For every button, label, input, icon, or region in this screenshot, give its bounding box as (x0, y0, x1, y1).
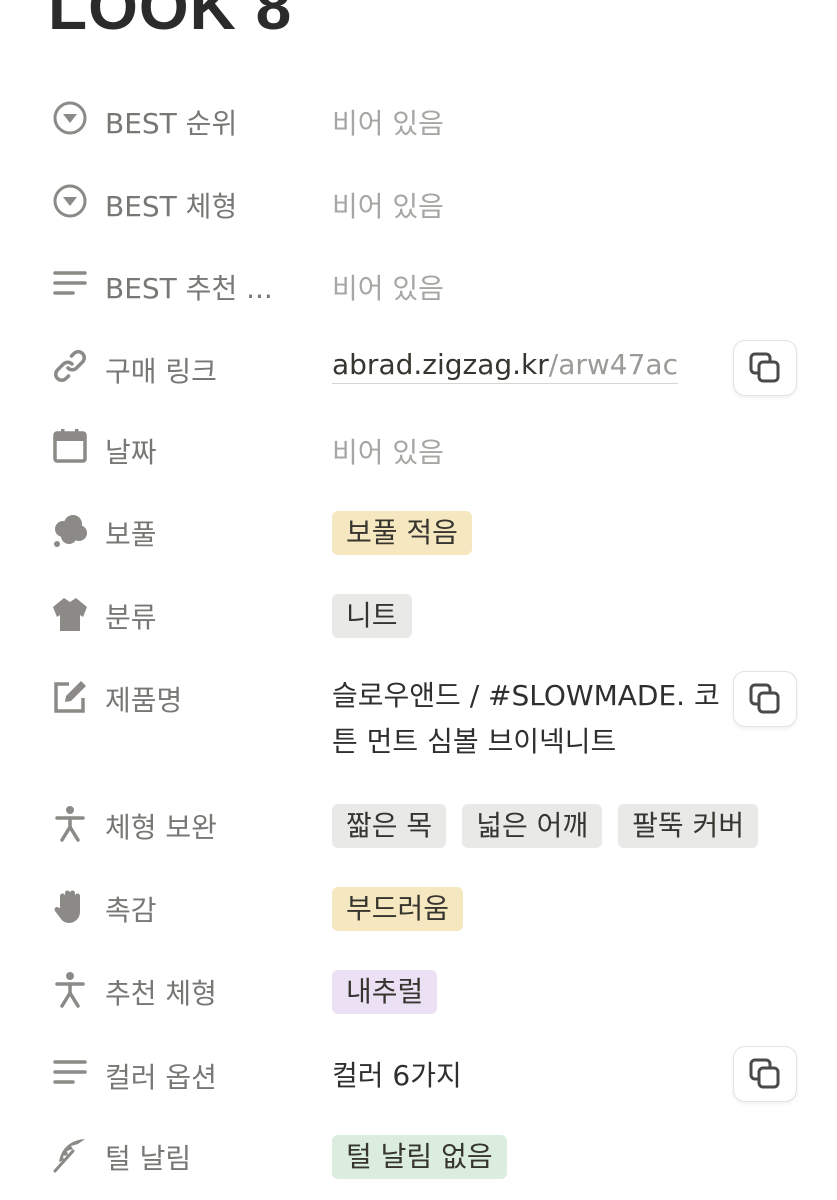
tag: 니트 (332, 594, 412, 638)
property-label: 보풀 (105, 518, 157, 551)
select-icon (50, 181, 90, 221)
property-label: 구매 링크 (105, 355, 217, 388)
property-label: BEST 체형 (105, 190, 238, 223)
property-value-empty[interactable]: 비어 있음 (332, 431, 444, 471)
page-title: LOOK 8 (48, 0, 293, 43)
link-path: /arw47ac (548, 348, 678, 381)
property-label: 제품명 (105, 684, 183, 717)
link-domain: abrad.zigzag.kr (332, 348, 549, 381)
edit-icon (50, 677, 90, 717)
hand-icon (50, 887, 90, 927)
tag: 짧은 목 (332, 804, 447, 848)
property-value[interactable]: 부드러움 (332, 887, 464, 931)
person-icon (50, 970, 90, 1010)
property-label: 날짜 (105, 436, 157, 469)
link-icon (50, 346, 90, 386)
tag: 내추럴 (332, 970, 438, 1014)
property-value[interactable]: 니트 (332, 594, 412, 638)
copy-button[interactable] (733, 1046, 797, 1102)
text-icon (50, 1052, 90, 1092)
tag: 넓은 어깨 (462, 804, 603, 848)
copy-button[interactable] (733, 340, 797, 396)
feather-icon (50, 1135, 90, 1175)
purchase-link[interactable]: abrad.zigzag.kr/arw47ac (332, 348, 678, 384)
text-icon (50, 263, 90, 303)
property-label: 촉감 (105, 894, 157, 927)
copy-icon (749, 683, 780, 714)
color-options-value[interactable]: 컬러 6가지 (332, 1054, 462, 1094)
tag: 털 날림 없음 (332, 1135, 507, 1179)
copy-icon (749, 352, 780, 383)
tag: 팔뚝 커버 (618, 804, 759, 848)
property-label: 컬러 옵션 (105, 1061, 217, 1094)
property-value[interactable]: 보풀 적음 (332, 511, 472, 555)
property-label: 분류 (105, 601, 157, 634)
shirt-icon (50, 594, 90, 634)
property-value-empty[interactable]: 비어 있음 (332, 102, 444, 142)
property-value-empty[interactable]: 비어 있음 (332, 185, 444, 225)
cloud-icon (50, 511, 90, 551)
property-label: BEST 추천 ... (105, 272, 273, 305)
copy-icon (749, 1058, 780, 1089)
property-value[interactable]: 털 날림 없음 (332, 1135, 507, 1179)
property-label: BEST 순위 (105, 107, 238, 140)
property-label: 추천 체형 (105, 977, 217, 1010)
property-value-tags[interactable]: 짧은 목 넓은 어깨 팔뚝 커버 (332, 804, 759, 848)
property-label: 체형 보완 (105, 811, 217, 844)
calendar-icon (50, 427, 90, 467)
product-name-value[interactable]: 슬로우앤드 / #SLOWMADE. 코튼 먼트 심볼 브이넥니트 (332, 673, 732, 765)
copy-button[interactable] (733, 671, 797, 727)
tag: 부드러움 (332, 887, 464, 931)
select-icon (50, 98, 90, 138)
property-label: 털 날림 (105, 1142, 192, 1175)
property-value[interactable]: 내추럴 (332, 970, 438, 1014)
tag: 보풀 적음 (332, 511, 472, 555)
property-value-empty[interactable]: 비어 있음 (332, 267, 444, 307)
person-icon (50, 804, 90, 844)
